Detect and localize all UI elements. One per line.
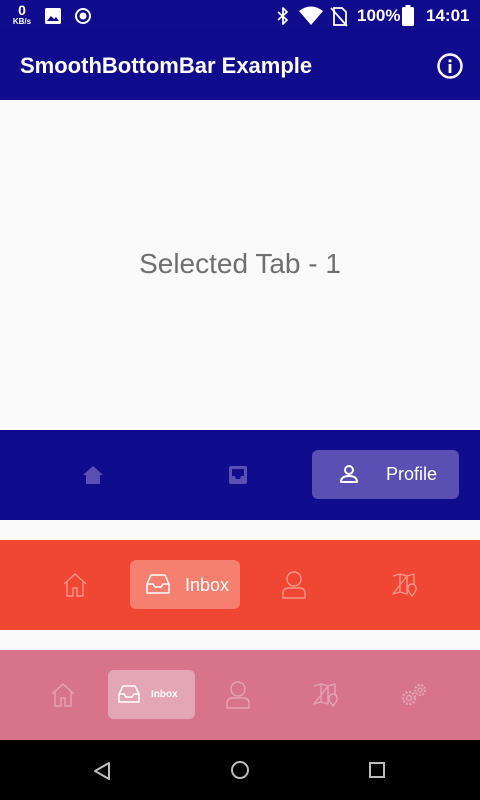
bar1-profile-label: Profile <box>386 464 438 484</box>
wifi-icon <box>299 6 323 25</box>
content-area: Selected Tab - 1 <box>0 100 480 430</box>
profile-icon <box>282 571 306 599</box>
app-title: SmoothBottomBar Example <box>20 53 313 78</box>
bluetooth-icon <box>277 7 288 25</box>
bar3-tab-inbox[interactable]: Inbox <box>108 670 195 719</box>
bar3-tab-home[interactable] <box>38 672 88 718</box>
status-time: 14:01 <box>426 6 470 25</box>
back-icon <box>94 762 110 780</box>
bar1-tab-inbox[interactable] <box>213 452 263 498</box>
settings-icon <box>401 683 427 706</box>
bar2-tab-home[interactable] <box>50 562 100 608</box>
bar2-tab-inbox[interactable]: Inbox <box>130 560 240 609</box>
bar2-inbox-label: Inbox <box>185 575 230 595</box>
network-speed: 0 KB/s <box>9 3 35 26</box>
home-icon <box>51 683 75 707</box>
profile-icon <box>226 681 250 709</box>
inbox-icon <box>146 574 170 594</box>
bar1-tab-home[interactable] <box>68 452 118 498</box>
home-icon <box>83 466 103 484</box>
image-icon <box>45 8 61 24</box>
info-button[interactable] <box>436 52 464 80</box>
bar2-tab-profile[interactable] <box>269 562 319 608</box>
status-bar: 0 KB/s 100% 14:01 <box>0 0 480 33</box>
bar3-tab-settings[interactable] <box>388 672 438 718</box>
selected-tab-text: Selected Tab - 1 <box>139 248 341 279</box>
battery-icon <box>402 5 414 26</box>
nav-home-button[interactable] <box>218 750 262 790</box>
no-sim-icon <box>330 7 348 27</box>
home-icon <box>63 573 87 597</box>
profile-icon <box>340 465 358 483</box>
network-speed-value: 0 <box>18 2 26 18</box>
bottom-bar-3: Inbox <box>0 650 480 740</box>
nav-back-button[interactable] <box>80 750 124 790</box>
inbox-icon <box>118 685 140 703</box>
battery-percent: 100% <box>357 6 401 25</box>
home-circle-icon <box>231 761 249 779</box>
nav-recents-button[interactable] <box>355 750 399 790</box>
bar2-tab-map[interactable] <box>379 562 429 608</box>
bar1-tab-profile[interactable]: Profile <box>312 450 459 499</box>
map-icon <box>392 573 417 598</box>
info-icon <box>437 53 463 79</box>
inbox-icon <box>229 466 247 484</box>
bar3-tab-map[interactable] <box>300 672 350 718</box>
bottom-bar-1: Profile <box>0 430 480 520</box>
bar3-tab-profile[interactable] <box>213 672 263 718</box>
network-speed-unit: KB/s <box>12 17 32 26</box>
bottom-bar-2: Inbox <box>0 540 480 630</box>
system-nav-bar <box>0 740 480 800</box>
app-bar: SmoothBottomBar Example <box>0 33 480 100</box>
map-icon <box>313 683 338 708</box>
radio-button-icon <box>75 8 91 24</box>
bar3-inbox-label: Inbox <box>151 689 178 700</box>
recents-icon <box>369 762 385 778</box>
